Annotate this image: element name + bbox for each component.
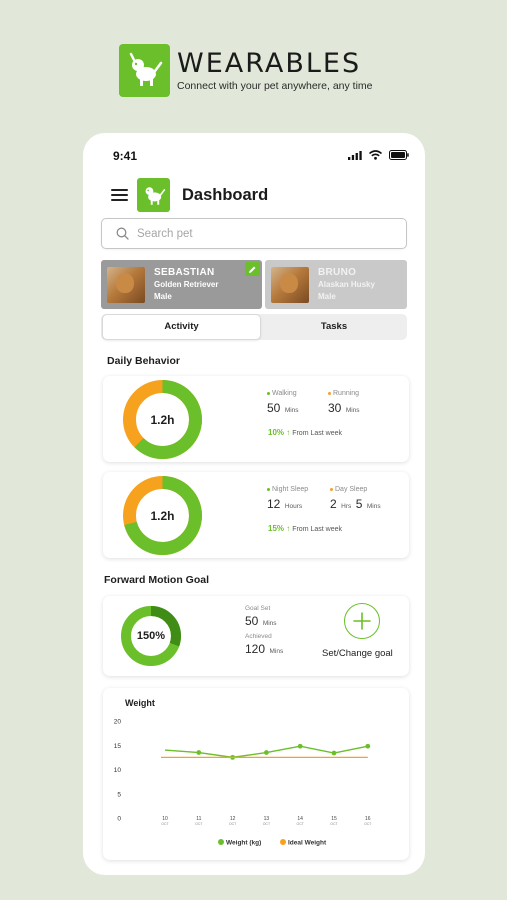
wifi-icon: [369, 150, 382, 160]
day-sleep-stat: Day Sleep 2 Hrs 5 Mins: [330, 486, 381, 513]
dog-logo: [119, 44, 170, 97]
pet-sex: Male: [318, 292, 336, 301]
search-icon: [116, 227, 129, 240]
x-tick-sublabel: OCT: [195, 822, 203, 826]
brand-name: WEARABLES: [177, 48, 362, 79]
walking-stat: Walking 50 Mins: [267, 390, 299, 417]
weight-chart-card: Weight 20 15 10 5 0 10 OCT 11 OCT 12 OCT 13 OCT 14 OCT…: [103, 688, 409, 860]
goal-set-label: Goal Set: [245, 605, 271, 612]
x-tick-sublabel: OCT: [297, 822, 305, 826]
y-tick-label: 5: [117, 791, 121, 798]
stat-value: 2: [330, 497, 337, 511]
behavior-card-sleep: 1.2h Night Sleep 12 Hours Day Sleep 2 Hr…: [103, 472, 409, 558]
search-bar[interactable]: [101, 218, 407, 249]
trend-text: From Last week: [292, 526, 342, 533]
pet-sex: Male: [154, 292, 172, 301]
brand-header: WEARABLES Connect with your pet anywhere…: [119, 44, 373, 97]
trend-value: 10% ↑: [268, 428, 291, 437]
legend-ideal-marker: [280, 839, 286, 845]
stat-label: Night Sleep: [272, 486, 309, 493]
set-goal-label[interactable]: Set/Change goal: [322, 648, 393, 659]
forward-motion-goal-card: 150% Goal Set 50 Mins Achieved 120 Mins …: [103, 596, 409, 676]
x-tick-sublabel: OCT: [263, 822, 271, 826]
pet-name: SEBASTIAN: [154, 267, 215, 278]
phone-screen: 9:41 Dashboard Search pet SEBASTIAN Gold…: [83, 133, 425, 875]
goal-set-value: 50: [245, 614, 259, 628]
pet-card-bruno[interactable]: BRUNO Alaskan Husky Male: [265, 260, 407, 309]
trend-text: From Last week: [292, 430, 342, 437]
pet-name: BRUNO: [318, 267, 357, 278]
behavior-card-activity: 1.2h Walking 50 Mins Running 30 Mins 10%…: [103, 376, 409, 462]
brand-tagline: Connect with your pet anywhere, any time: [177, 80, 373, 92]
pet-card-sebastian[interactable]: SEBASTIAN Golden Retriever Male: [101, 260, 262, 309]
edit-icon[interactable]: [245, 262, 260, 276]
y-tick-label: 15: [114, 743, 122, 750]
donut-center-value: 1.2h: [150, 508, 175, 523]
sleep-donut: 1.2h: [121, 474, 204, 557]
stat-label: Day Sleep: [335, 486, 368, 493]
x-tick-sublabel: OCT: [161, 822, 169, 826]
weight-data-point: [297, 743, 303, 749]
tab-activity[interactable]: Activity: [102, 314, 261, 340]
stat-unit: Mins: [345, 407, 360, 414]
stat-unit: Mins: [366, 503, 381, 510]
pet-breed: Alaskan Husky: [318, 280, 375, 289]
running-stat: Running 30 Mins: [328, 390, 360, 417]
set-goal-button[interactable]: [344, 603, 380, 639]
search-input[interactable]: [137, 227, 377, 240]
donut-center-value: 1.2h: [150, 412, 175, 427]
y-tick-label: 0: [117, 816, 121, 823]
weight-chart: 20151050 10OCT11OCT12OCT13OCT14OCT15OCT16…: [114, 719, 373, 847]
x-tick-sublabel: OCT: [229, 822, 237, 826]
menu-icon[interactable]: [111, 189, 128, 201]
legend-label: Ideal Weight: [288, 840, 327, 847]
activity-donut: 1.2h: [121, 378, 204, 461]
legend-label: Weight (kg): [226, 840, 261, 847]
stat-unit: Hrs: [341, 503, 352, 510]
stat-label: Walking: [272, 390, 297, 397]
weight-data-point: [331, 750, 337, 756]
legend-weight-marker: [218, 839, 224, 845]
app-header: Dashboard: [111, 177, 268, 213]
dog-logo: [137, 178, 170, 212]
weight-data-point: [365, 743, 371, 749]
stat-unit: Hours: [284, 503, 303, 510]
achieved-label: Achieved: [245, 633, 272, 640]
plus-icon: [353, 612, 371, 630]
weight-data-point: [264, 750, 269, 755]
section-title-forward-motion-goal: Forward Motion Goal: [104, 574, 209, 586]
goal-set-unit: Mins: [262, 620, 277, 627]
pet-photo: [107, 266, 145, 303]
tab-bar: Activity Tasks: [101, 314, 407, 340]
signal-icon: [348, 150, 362, 160]
pet-breed: Golden Retriever: [154, 280, 219, 289]
stat-value: 30: [328, 401, 342, 415]
battery-icon: [389, 150, 409, 160]
stat-label: Running: [333, 390, 360, 397]
weight-data-point: [196, 750, 202, 755]
x-tick-sublabel: OCT: [364, 822, 372, 826]
x-tick-sublabel: OCT: [330, 822, 338, 826]
trend-value: 15% ↑: [268, 524, 291, 533]
stat-value: 5: [355, 497, 363, 511]
section-title-daily-behavior: Daily Behavior: [107, 355, 180, 367]
stat-value: 12: [267, 497, 281, 511]
tab-tasks[interactable]: Tasks: [261, 314, 407, 340]
status-bar: 9:41: [113, 147, 413, 163]
goal-percent: 150%: [136, 630, 166, 642]
achieved-unit: Mins: [269, 648, 284, 655]
night-sleep-stat: Night Sleep 12 Hours: [267, 486, 308, 513]
stat-value: 50: [267, 401, 281, 415]
page-title: Dashboard: [182, 185, 269, 204]
pet-photo: [271, 266, 309, 303]
achieved-value: 120: [245, 642, 266, 656]
goal-donut: 150%: [120, 605, 182, 667]
trend-indicator: 15% ↑ From Last week: [268, 524, 342, 533]
y-tick-label: 10: [114, 767, 122, 774]
status-time: 9:41: [113, 149, 138, 163]
y-tick-label: 20: [114, 719, 122, 726]
stat-unit: Mins: [284, 407, 299, 414]
trend-indicator: 10% ↑ From Last week: [268, 428, 342, 437]
